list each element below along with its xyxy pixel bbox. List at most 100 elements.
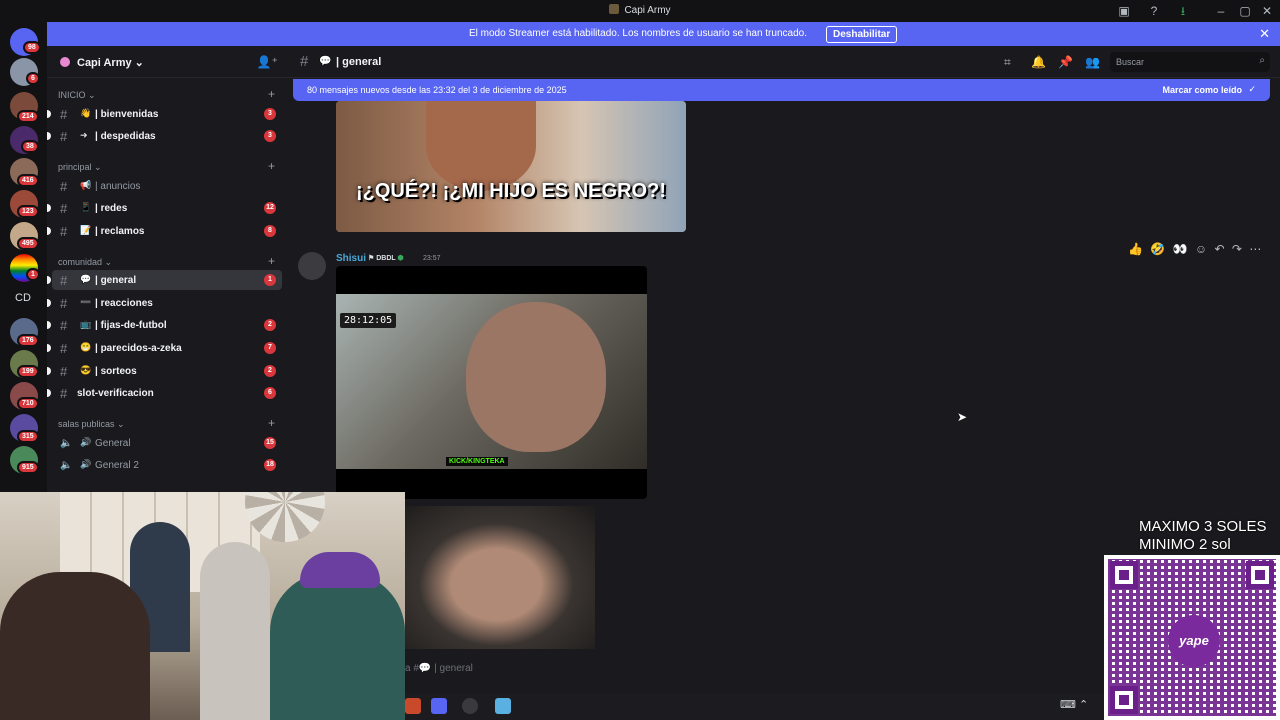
person: [270, 572, 405, 720]
notification-bell-icon[interactable]: 🔔: [1031, 55, 1046, 69]
close-icon[interactable]: ✕: [1259, 3, 1275, 19]
add-channel-icon[interactable]: +: [268, 254, 275, 268]
message-author[interactable]: Shisui: [336, 253, 366, 264]
hash-icon: #: [60, 341, 68, 356]
guild-header[interactable]: Capi Army ⌄ 👤⁺: [47, 46, 288, 78]
add-channel-icon[interactable]: +: [268, 87, 275, 101]
unread-indicator: [47, 299, 51, 307]
yape-logo: yape: [1168, 615, 1220, 667]
channel-fijas-de-futbol[interactable]: # 📺 | fijas-de-futbol 2: [47, 315, 282, 335]
add-channel-icon[interactable]: +: [268, 416, 275, 430]
maximize-icon[interactable]: ▢: [1237, 3, 1253, 19]
channel-emoji: ➖: [80, 297, 92, 307]
eyes-reaction-icon[interactable]: 👀: [1173, 242, 1188, 256]
taskbar: [405, 693, 1104, 720]
message-video[interactable]: 28:12:05 KICK/KINGTEKA: [336, 266, 647, 499]
category-principal[interactable]: principal ⌄: [58, 162, 102, 173]
unread-indicator: [47, 389, 51, 397]
thumbs-up-reaction-icon[interactable]: 👍: [1128, 242, 1143, 256]
channel-label: slot-verificacion: [77, 388, 154, 399]
more-options-icon[interactable]: ⋯: [1249, 242, 1261, 256]
video-subject: [466, 302, 606, 452]
channel-emoji: ➜: [80, 130, 88, 140]
avatar[interactable]: [298, 252, 326, 280]
speaker-icon: 🔈: [60, 438, 73, 449]
minimize-icon[interactable]: –: [1213, 3, 1229, 19]
guild-tag: ⚑ DBDL ⬢: [368, 255, 404, 262]
reply-icon[interactable]: ↶: [1215, 242, 1225, 256]
channel-reclamos[interactable]: # 📝 | reclamos 8: [47, 221, 282, 241]
hat: [300, 552, 380, 588]
qr-code: yape: [1104, 555, 1280, 720]
window-title: Capi Army: [0, 4, 1280, 16]
system-tray: ⌨ ⌃: [1060, 698, 1088, 711]
mention-badge: 6: [264, 387, 276, 399]
server-folder-label[interactable]: CD: [15, 292, 31, 304]
pinned-messages-icon[interactable]: 📌: [1058, 55, 1073, 69]
hash-icon: #: [60, 386, 68, 401]
server-badge: 416: [17, 174, 39, 187]
member-list-icon[interactable]: 👥: [1085, 55, 1100, 69]
channel-despedidas[interactable]: # ➜ | despedidas 3: [47, 126, 282, 146]
tray-expand-icon[interactable]: ⌃: [1079, 699, 1088, 711]
disable-streamer-mode-button[interactable]: Deshabilitar: [826, 26, 898, 43]
taskbar-app-icon[interactable]: [495, 698, 511, 714]
close-banner-icon[interactable]: ✕: [1259, 26, 1270, 42]
channel-title: | general: [336, 56, 382, 68]
channel-bienvenidas[interactable]: # 👋 | bienvenidas 3: [47, 104, 282, 124]
promo-max-text: MAXIMO 3 SOLES: [1139, 518, 1267, 535]
title-bar: Capi Army ▣ ? ⭳ – ▢ ✕: [0, 0, 1280, 22]
hash-icon: #: [300, 53, 309, 70]
keyboard-icon[interactable]: ⌨: [1060, 699, 1076, 711]
server-badge: 199: [17, 365, 39, 378]
unread-indicator: [47, 276, 51, 284]
add-reaction-icon[interactable]: ☺: [1195, 242, 1207, 256]
role-icon: ⬢: [397, 255, 404, 262]
member-count-badge: 15: [264, 437, 276, 449]
category-inicio[interactable]: INICIO ⌄: [58, 90, 96, 101]
server-badge: 6: [26, 72, 40, 85]
threads-icon[interactable]: ⌗: [1004, 55, 1011, 70]
category-salas-publicas[interactable]: salas publicas ⌄: [58, 419, 125, 430]
download-icon[interactable]: ⭳: [1175, 3, 1191, 19]
invite-people-icon[interactable]: 👤⁺: [257, 55, 278, 69]
add-channel-icon[interactable]: +: [268, 159, 275, 173]
voice-channel-general[interactable]: 🔈 🔊 General 15: [52, 433, 282, 453]
channel-general[interactable]: # 💬 | general 1: [47, 270, 282, 290]
voice-channel-general-2[interactable]: 🔈 🔊 General 2 18: [52, 455, 282, 475]
qr-finder: [1246, 561, 1274, 589]
channel-emoji: 📺: [80, 319, 92, 329]
discord-taskbar-icon[interactable]: [431, 698, 447, 714]
qr-finder: [1110, 561, 1138, 589]
message-image[interactable]: ¡¿QUÉ?! ¡¿MI HIJO ES NEGRO?!: [336, 101, 686, 232]
screen-share-icon[interactable]: ▣: [1116, 3, 1132, 19]
server-badge: 38: [21, 140, 39, 153]
channel-anuncios[interactable]: # 📢 | anuncios: [52, 176, 282, 196]
mark-as-read-button[interactable]: Marcar como leído: [1162, 85, 1242, 95]
channel-sorteos[interactable]: # 😎 | sorteos 2: [47, 361, 282, 381]
taskbar-app-icon[interactable]: [405, 698, 421, 714]
member-count-badge: 18: [264, 459, 276, 471]
server-rail: 98 6 214 38 416 123 495 1 CD 176 199 710…: [0, 22, 47, 492]
image-face: [426, 101, 536, 191]
channel-parecidos-a-zeka[interactable]: # 😁 | parecidos-a-zeka 7: [47, 338, 282, 358]
server-badge: 176: [17, 334, 39, 347]
mention-badge: 8: [264, 225, 276, 237]
category-comunidad[interactable]: comunidad ⌄: [58, 257, 112, 268]
search-input[interactable]: Buscar ⌕: [1110, 52, 1270, 72]
forward-icon[interactable]: ↷: [1232, 242, 1242, 256]
laughing-reaction-icon[interactable]: 🤣: [1150, 242, 1165, 256]
message-composer[interactable]: a #💬 | general: [405, 655, 1105, 681]
channel-slot-verificacion[interactable]: # slot-verificacion 6: [47, 383, 282, 403]
server-badge: 123: [17, 205, 39, 218]
hash-icon: #: [60, 179, 68, 194]
help-icon[interactable]: ?: [1146, 3, 1162, 19]
channel-reacciones[interactable]: # ➖ | reacciones: [47, 293, 282, 313]
speech-balloon-icon: 💬: [319, 56, 332, 67]
channel-label: | reclamos: [95, 226, 145, 237]
channel-emoji: 😎: [80, 365, 92, 375]
new-messages-bar[interactable]: 80 mensajes nuevos desde las 23:32 del 3…: [293, 79, 1270, 101]
streamer-mode-banner: El modo Streamer está habilitado. Los no…: [47, 22, 1280, 46]
channel-redes[interactable]: # 📱 | redes 12: [47, 198, 282, 218]
obs-taskbar-icon[interactable]: [462, 698, 478, 714]
